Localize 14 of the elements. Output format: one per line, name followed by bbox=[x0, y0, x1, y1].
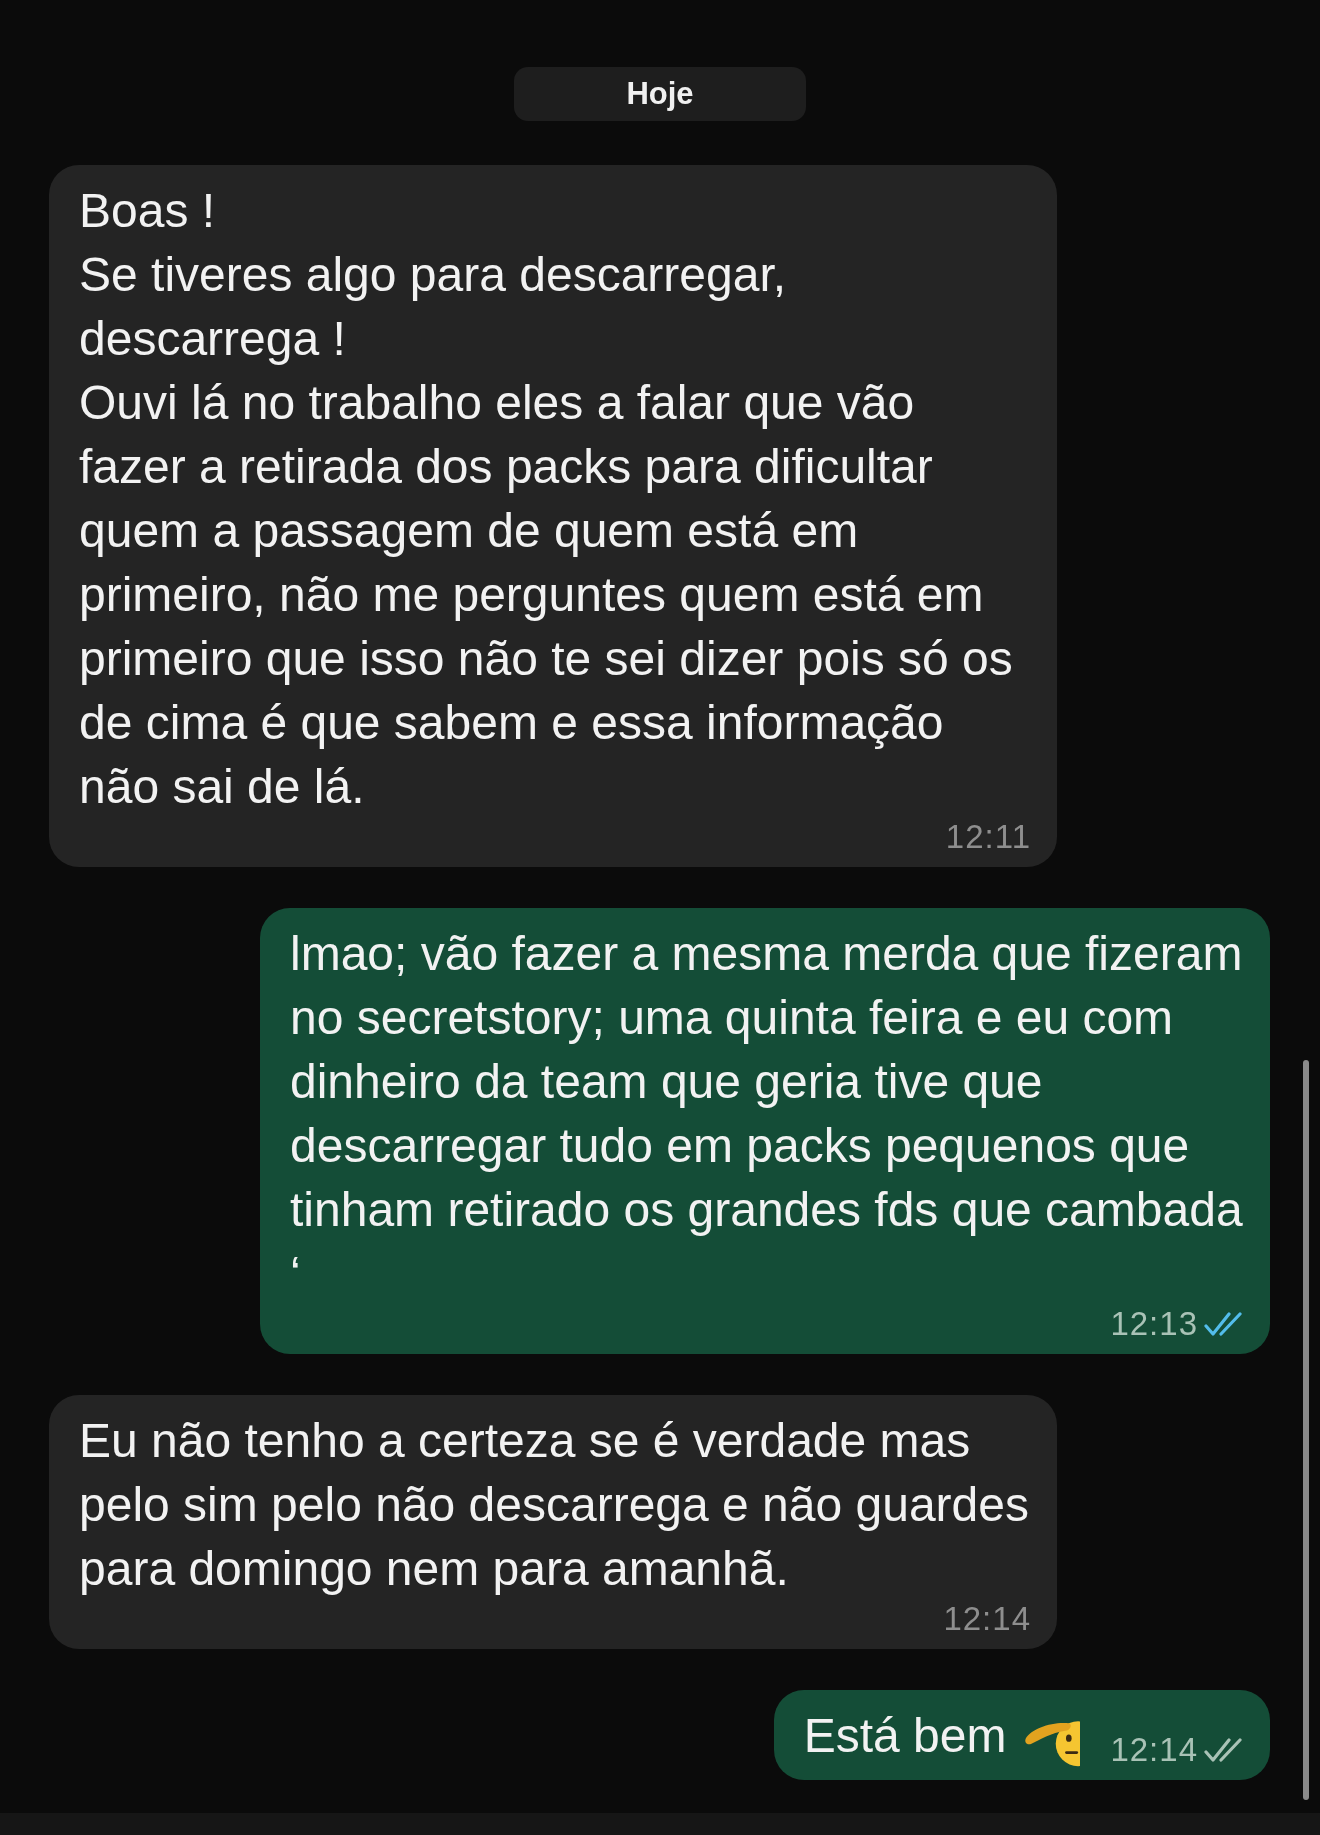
message-bubble[interactable] bbox=[49, 165, 1057, 867]
message-bubble[interactable] bbox=[260, 908, 1270, 1354]
message-time: 12:14 bbox=[1110, 1732, 1198, 1768]
message-time: 12:11 bbox=[945, 819, 1031, 855]
message-text: Está bem bbox=[803, 1708, 1007, 1764]
message-text: Boas ! Se tiveres algo para descarregar, descarrega ! Ouvi lá no trabalho eles a falar que vão fazer a retirada dos packs para dificultar quem a passagem de quem está em primeiro, não me perguntes quem está em primeiro que isso não te sei dizer pois só os de cima é que sabem e essa informação não sai de lá. bbox=[79, 183, 1014, 815]
message-bubble[interactable]: Eu não tenho a certeza se é verdade mas pelo sim pelo não descarrega e não guardes para domingo nem para amanhã. 12:14 bbox=[49, 1395, 1057, 1649]
scrollbar[interactable] bbox=[1303, 1060, 1309, 1800]
message-time: 12:14 bbox=[943, 1601, 1031, 1637]
message-time: 12:13 bbox=[1110, 1306, 1198, 1342]
message-text: lmao; vão fazer a mesma merda que fizeram no secretstory; uma quinta feira e eu com dinheiro da team que geria tive que descarregar tudo em packs pequenos que tinham retirado os grandes fds que cambada ‘ bbox=[290, 926, 1244, 1302]
date-divider: Hoje bbox=[514, 67, 806, 121]
message-bubble[interactable]: Está bem 12:14 bbox=[773, 1690, 1270, 1780]
message-text: Eu não tenho a certeza se é verdade mas pelo sim pelo não descarrega e não guardes para domingo nem para amanhã. bbox=[79, 1413, 1030, 1597]
